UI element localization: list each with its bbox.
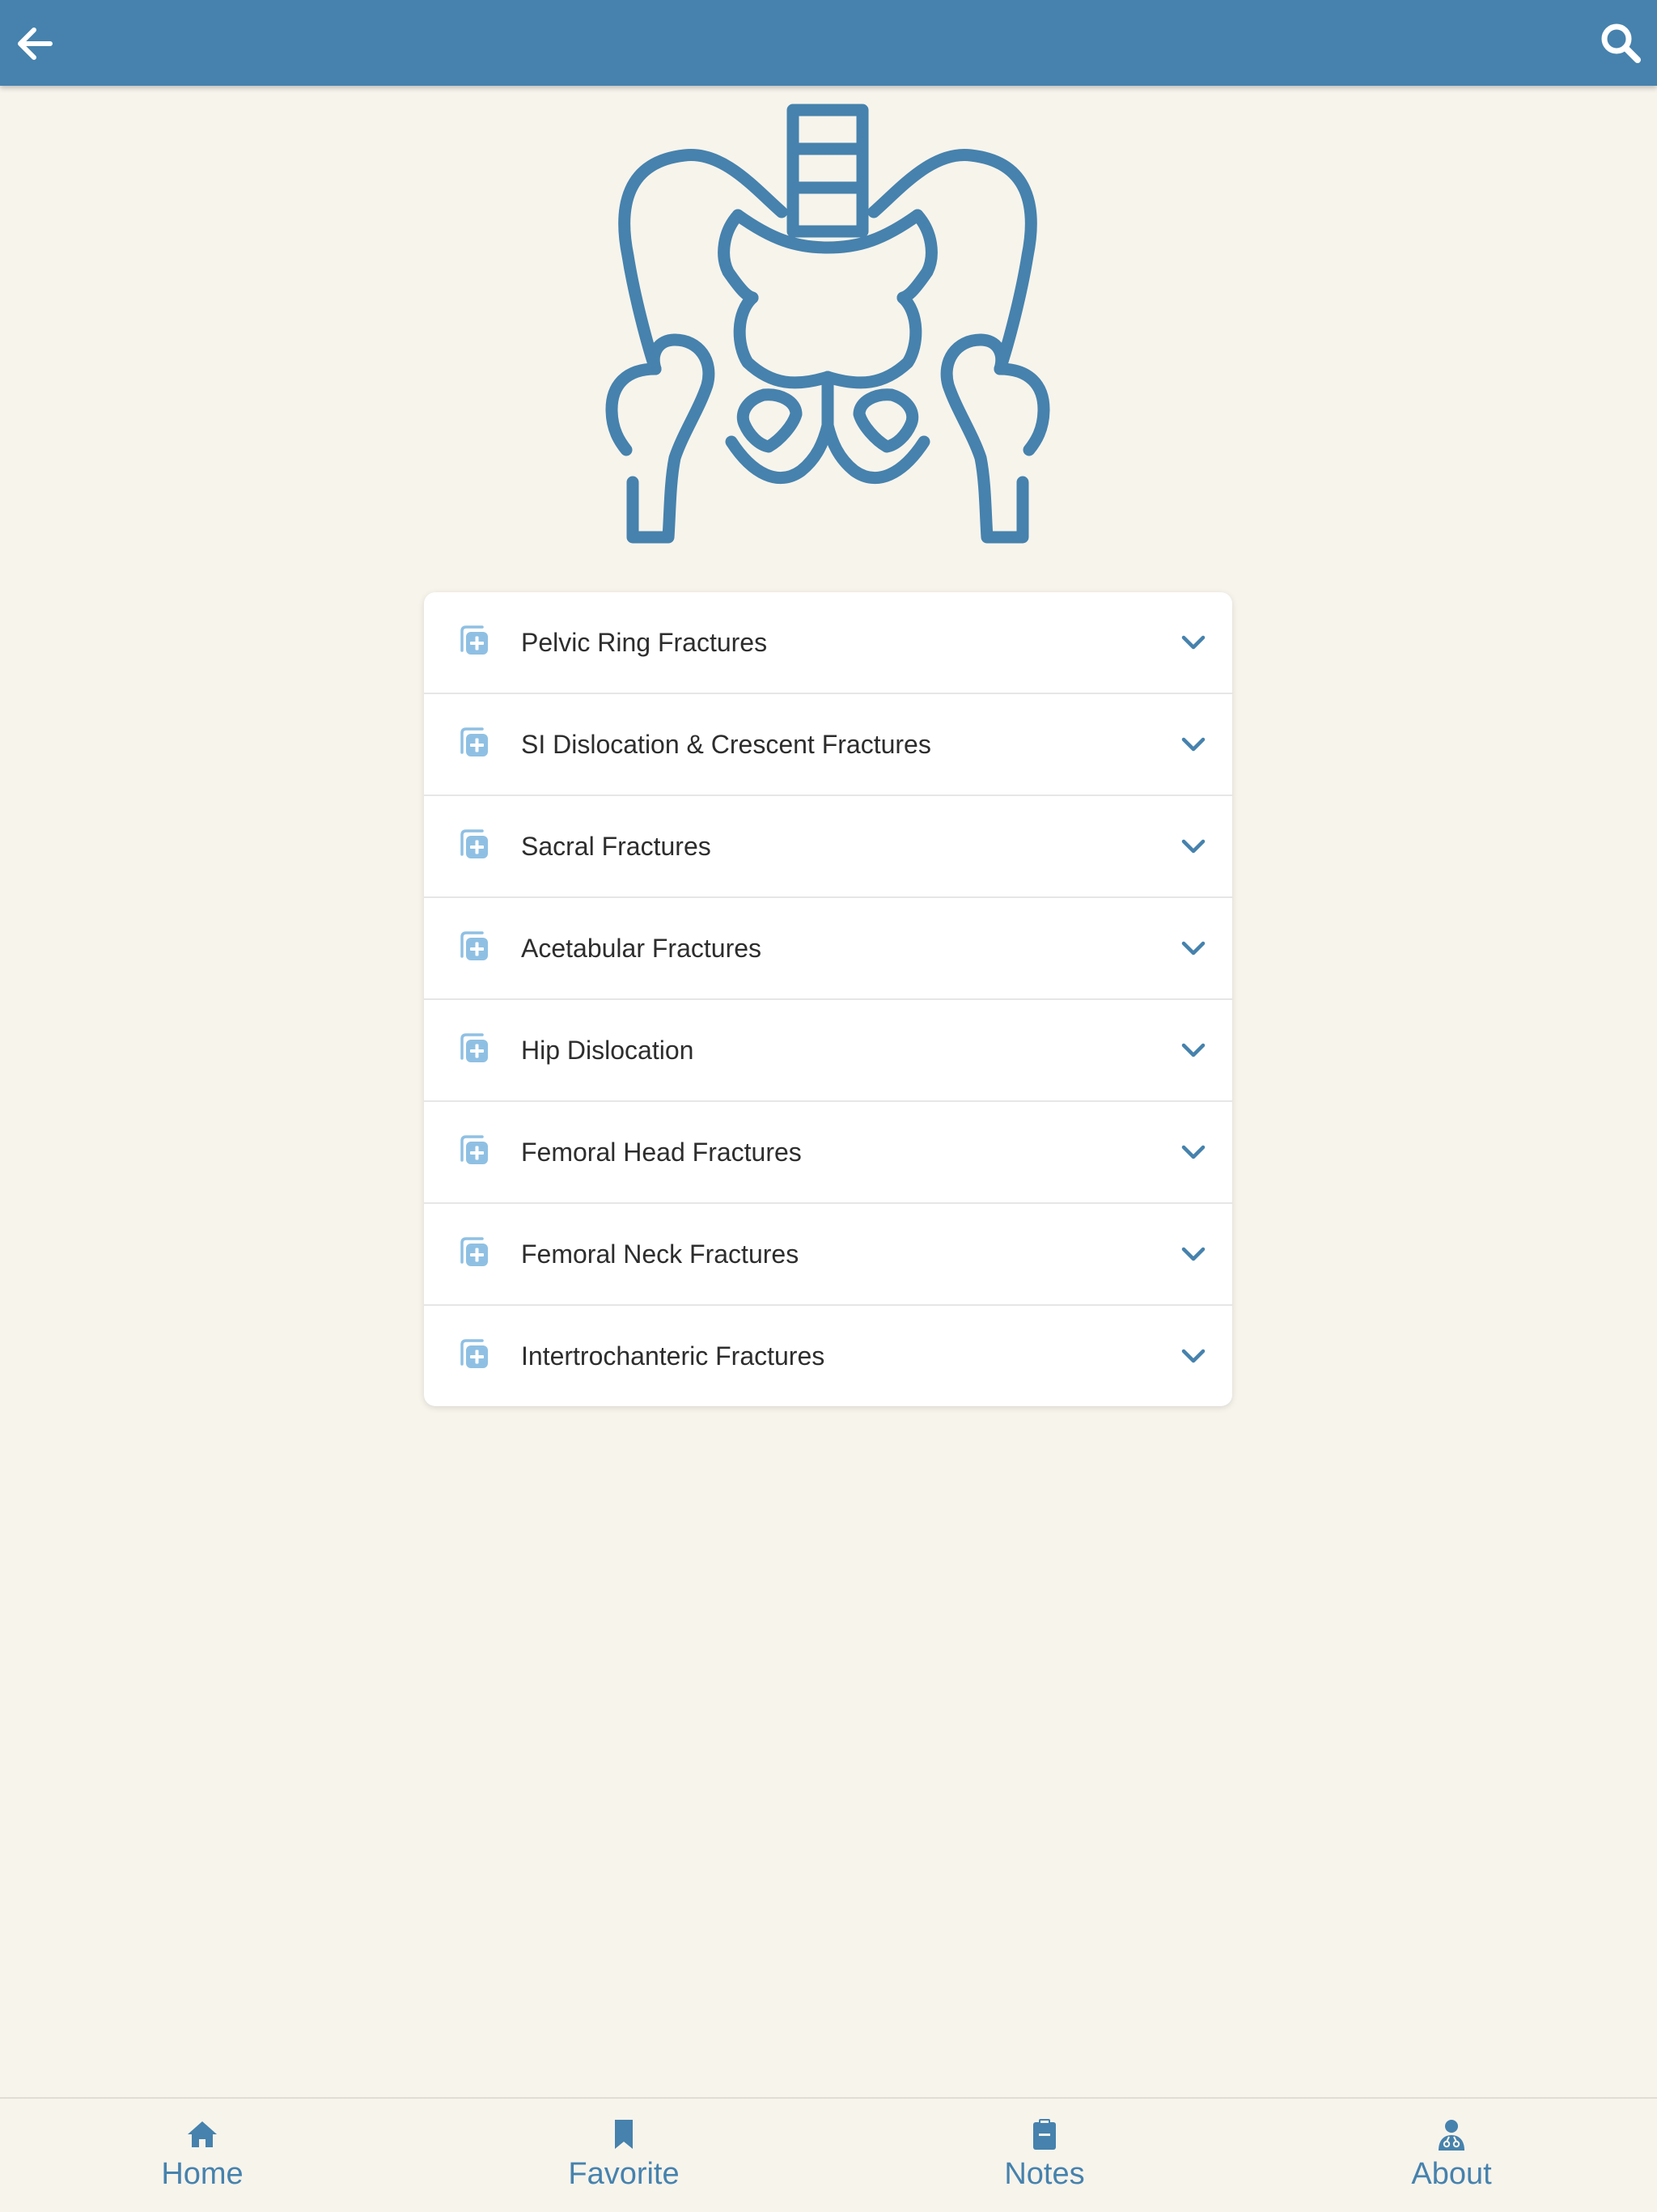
pelvis-illustration xyxy=(594,102,1063,547)
home-icon xyxy=(188,2121,217,2147)
top-app-bar xyxy=(0,0,1657,86)
chevron-down-icon[interactable] xyxy=(1179,1036,1208,1065)
chevron-down-icon[interactable] xyxy=(1179,628,1208,657)
arrow-left-icon xyxy=(18,28,53,60)
nav-tab-about[interactable]: About xyxy=(1330,2099,1573,2212)
medical-plus-icon xyxy=(460,1135,488,1164)
nav-tab-label: Favorite xyxy=(568,2157,680,2191)
topic-row[interactable]: Sacral Fractures xyxy=(424,796,1232,898)
topic-row[interactable]: Femoral Head Fractures xyxy=(424,1102,1232,1204)
topic-label: Femoral Head Fractures xyxy=(521,1138,802,1167)
topic-row[interactable]: Femoral Neck Fractures xyxy=(424,1204,1232,1306)
medical-plus-icon xyxy=(460,625,488,655)
medical-plus-icon xyxy=(460,1339,488,1368)
medical-plus-icon xyxy=(460,829,488,858)
chevron-down-icon[interactable] xyxy=(1179,1239,1208,1269)
topic-row[interactable]: Pelvic Ring Fractures xyxy=(424,592,1232,694)
pelvis-icon xyxy=(605,104,1050,544)
medical-plus-icon xyxy=(460,931,488,960)
bottom-navigation: Home Favorite Notes About xyxy=(0,2097,1657,2212)
chevron-down-icon[interactable] xyxy=(1179,1138,1208,1167)
medical-plus-icon xyxy=(460,1033,488,1062)
nav-tab-label: Home xyxy=(161,2157,244,2191)
topic-row[interactable]: SI Dislocation & Crescent Fractures xyxy=(424,694,1232,796)
topic-list: Pelvic Ring Fractures SI Dislocation & Cr… xyxy=(424,592,1232,1406)
bookmark-icon xyxy=(615,2120,633,2149)
chevron-down-icon[interactable] xyxy=(1179,730,1208,759)
topic-label: Pelvic Ring Fractures xyxy=(521,628,768,657)
back-button[interactable] xyxy=(11,19,60,68)
doctor-icon xyxy=(1439,2120,1464,2151)
topic-label: Femoral Neck Fractures xyxy=(521,1239,799,1269)
search-button[interactable] xyxy=(1596,18,1646,68)
chevron-down-icon[interactable] xyxy=(1179,1341,1208,1371)
nav-tab-label: About xyxy=(1411,2157,1492,2191)
topic-label: SI Dislocation & Crescent Fractures xyxy=(521,730,931,759)
clipboard-icon xyxy=(1033,2119,1056,2150)
chevron-down-icon[interactable] xyxy=(1179,832,1208,861)
chevron-down-icon[interactable] xyxy=(1179,934,1208,963)
medical-plus-icon xyxy=(460,1237,488,1266)
nav-tab-label: Notes xyxy=(1004,2157,1085,2191)
search-icon xyxy=(1601,23,1641,63)
topic-label: Acetabular Fractures xyxy=(521,934,762,963)
topic-row[interactable]: Intertrochanteric Fractures xyxy=(424,1306,1232,1406)
topic-label: Intertrochanteric Fractures xyxy=(521,1341,825,1371)
topic-row[interactable]: Hip Dislocation xyxy=(424,1000,1232,1102)
nav-tab-notes[interactable]: Notes xyxy=(923,2099,1166,2212)
topic-label: Hip Dislocation xyxy=(521,1036,694,1065)
topic-label: Sacral Fractures xyxy=(521,832,711,861)
medical-plus-icon xyxy=(460,727,488,756)
topic-row[interactable]: Acetabular Fractures xyxy=(424,898,1232,1000)
nav-tab-home[interactable]: Home xyxy=(81,2099,324,2212)
nav-tab-favorite[interactable]: Favorite xyxy=(502,2099,745,2212)
